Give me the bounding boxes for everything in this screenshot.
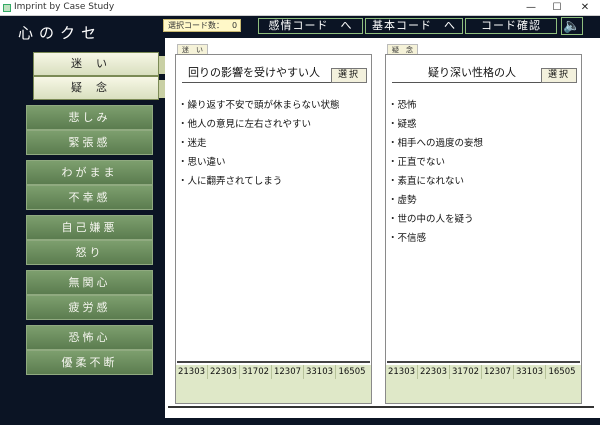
code-cell: 31702 [450, 365, 482, 379]
codes-divider [177, 361, 370, 363]
emotion-code-nav-button[interactable]: 感情コード へ [258, 18, 363, 34]
list-item: ・迷走 [178, 138, 207, 149]
codes-divider [387, 361, 580, 363]
app-name: 心のクセ [18, 24, 103, 42]
emotion-button-anger[interactable]: 怒り [26, 240, 153, 265]
emotion-button-fear[interactable]: 恐怖心 [26, 325, 153, 350]
code-cell: 16505 [338, 367, 366, 377]
emotion-button-tension[interactable]: 緊張感 [26, 130, 153, 155]
code-cell: 22303 [208, 365, 240, 379]
emotion-button-unhappiness[interactable]: 不幸感 [26, 185, 153, 210]
emotion-button-selfishness[interactable]: わがまま [26, 160, 153, 185]
category-button-mayoi[interactable]: 迷い [33, 52, 165, 76]
selected-code-count: 選択コード数： 0 [163, 19, 241, 32]
code-cell: 21303 [386, 365, 418, 379]
list-item: ・正直でない [388, 157, 446, 168]
code-strip: 21303 22303 31702 12307 33103 16505 [386, 365, 581, 403]
selected-count-label: 選択コード数： [168, 21, 224, 30]
list-item: ・思い違い [178, 157, 226, 168]
panel-card: 回りの影響を受けやすい人 選択 ・繰り返す不安で頭が休まらない状態 ・他人の意見… [175, 54, 372, 404]
panel-mayoi: 迷 い 回りの影響を受けやすい人 選択 ・繰り返す不安で頭が休まらない状態 ・他… [175, 44, 372, 404]
window-titlebar: Imprint by Case Study — ☐ ✕ [0, 0, 600, 16]
list-item: ・恐怖 [388, 100, 417, 111]
list-item: ・不信感 [388, 233, 427, 244]
speaker-icon[interactable]: 🔈 [561, 17, 583, 35]
code-cell: 16505 [548, 367, 576, 377]
category-button-ginen[interactable]: 疑念 [33, 76, 165, 100]
panel-items: ・恐怖 ・疑惑 ・相手への過度の妄想 ・正直でない ・素直になれない ・虚勢 ・… [388, 97, 578, 249]
select-button[interactable]: 選択 [541, 68, 577, 83]
basic-code-nav-button[interactable]: 基本コード へ [365, 18, 463, 34]
code-confirm-button[interactable]: コード確認 [465, 18, 557, 34]
close-button[interactable]: ✕ [572, 0, 598, 15]
code-cell: 12307 [272, 365, 304, 379]
panel-items: ・繰り返す不安で頭が休まらない状態 ・他人の意見に左右されやすい ・迷走 ・思い… [178, 97, 368, 192]
code-cell: 12307 [482, 365, 514, 379]
list-item: ・素直になれない [388, 176, 465, 187]
list-item: ・他人の意見に左右されやすい [178, 119, 312, 130]
panel-ginen: 疑 念 疑り深い性格の人 選択 ・恐怖 ・疑惑 ・相手への過度の妄想 ・正直でな… [385, 44, 582, 404]
emotion-button-indifference[interactable]: 無関心 [26, 270, 153, 295]
code-cell: 21303 [176, 365, 208, 379]
list-item: ・虚勢 [388, 195, 417, 206]
emotion-button-sadness[interactable]: 悲しみ [26, 105, 153, 130]
list-item: ・人に翻弄されてしまう [178, 176, 283, 187]
minimize-button[interactable]: — [518, 0, 544, 15]
selected-count-value: 0 [232, 21, 238, 30]
code-cell: 33103 [304, 365, 336, 379]
code-cell: 22303 [418, 365, 450, 379]
code-cell: 31702 [240, 365, 272, 379]
select-button[interactable]: 選択 [331, 68, 367, 83]
bottom-divider [168, 406, 594, 408]
list-item: ・世の中の人を疑う [388, 214, 474, 225]
emotion-button-indecision[interactable]: 優柔不断 [26, 350, 153, 375]
list-item: ・疑惑 [388, 119, 417, 130]
app-icon [3, 4, 11, 12]
panel-card: 疑り深い性格の人 選択 ・恐怖 ・疑惑 ・相手への過度の妄想 ・正直でない ・素… [385, 54, 582, 404]
list-item: ・相手への過度の妄想 [388, 138, 484, 149]
code-strip: 21303 22303 31702 12307 33103 16505 [176, 365, 371, 403]
emotion-button-self-hatred[interactable]: 自己嫌悪 [26, 215, 153, 240]
maximize-button[interactable]: ☐ [544, 0, 570, 15]
window-title: Imprint by Case Study [14, 2, 115, 12]
emotion-button-fatigue[interactable]: 疲労感 [26, 295, 153, 320]
code-cell: 33103 [514, 365, 546, 379]
list-item: ・繰り返す不安で頭が休まらない状態 [178, 100, 340, 111]
